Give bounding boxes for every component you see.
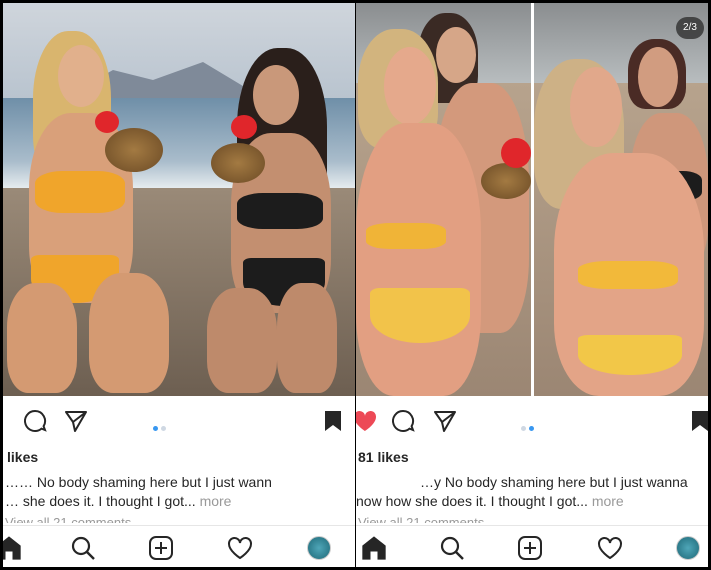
comment-icon[interactable]: [390, 408, 416, 434]
person-candid-1: [356, 3, 531, 396]
heart-icon[interactable]: [356, 408, 377, 434]
carousel-dot: [161, 426, 166, 431]
carousel-dot: [521, 426, 526, 431]
home-icon[interactable]: [3, 534, 23, 562]
bookmark-icon[interactable]: [690, 410, 708, 432]
profile-avatar[interactable]: [676, 536, 700, 560]
activity-heart-icon[interactable]: [596, 534, 624, 562]
caption-line-2: … she does it. I thought I got... more: [3, 492, 355, 511]
carousel-counter: 2/3: [676, 17, 704, 39]
person-blonde: [3, 3, 183, 396]
left-post: likes …… No body shaming here but I just…: [3, 3, 355, 567]
share-icon[interactable]: [432, 408, 458, 434]
carousel-dots: [153, 418, 169, 436]
post-caption: …y No body shaming here but I just wanna…: [356, 473, 708, 511]
more-link[interactable]: more: [592, 493, 624, 509]
view-comments-link[interactable]: View all 21 comments: [5, 515, 131, 523]
add-post-icon[interactable]: [147, 534, 175, 562]
right-action-bar: [356, 406, 708, 434]
view-comments-link[interactable]: View all 21 comments: [358, 515, 484, 523]
likes-count[interactable]: likes: [7, 449, 38, 465]
carousel-dot-active: [153, 426, 158, 431]
carousel-dot-active: [529, 426, 534, 431]
add-post-icon[interactable]: [516, 534, 544, 562]
more-link[interactable]: more: [200, 493, 232, 509]
post-caption: …… No body shaming here but I just wann …: [3, 473, 355, 511]
person-candid-2: [534, 3, 708, 396]
right-post: 2/3 81 likes …y No body shaming here but…: [356, 3, 708, 567]
left-action-bar: [3, 406, 355, 434]
carousel-dots: [521, 418, 537, 436]
share-icon[interactable]: [63, 408, 89, 434]
activity-heart-icon[interactable]: [226, 534, 254, 562]
caption-line-2-text: … she does it. I thought I got...: [5, 493, 200, 509]
home-icon[interactable]: [360, 534, 388, 562]
search-icon[interactable]: [69, 534, 97, 562]
bookmark-icon[interactable]: [323, 410, 343, 432]
left-bottom-nav: [3, 525, 355, 567]
caption-line-2: now how she does it. I thought I got... …: [356, 492, 708, 511]
person-brunette: [193, 3, 353, 396]
right-post-photo[interactable]: 2/3: [356, 3, 708, 396]
comment-icon[interactable]: [22, 408, 48, 434]
left-post-photo[interactable]: [3, 3, 355, 396]
search-icon[interactable]: [438, 534, 466, 562]
caption-line-2-text: now how she does it. I thought I got...: [356, 493, 592, 509]
right-bottom-nav: [356, 525, 708, 567]
profile-avatar[interactable]: [307, 536, 331, 560]
likes-count[interactable]: 81 likes: [358, 449, 409, 465]
caption-line-1: …y No body shaming here but I just wanna: [420, 474, 688, 490]
caption-line-1: …… No body shaming here but I just wann: [5, 474, 272, 490]
